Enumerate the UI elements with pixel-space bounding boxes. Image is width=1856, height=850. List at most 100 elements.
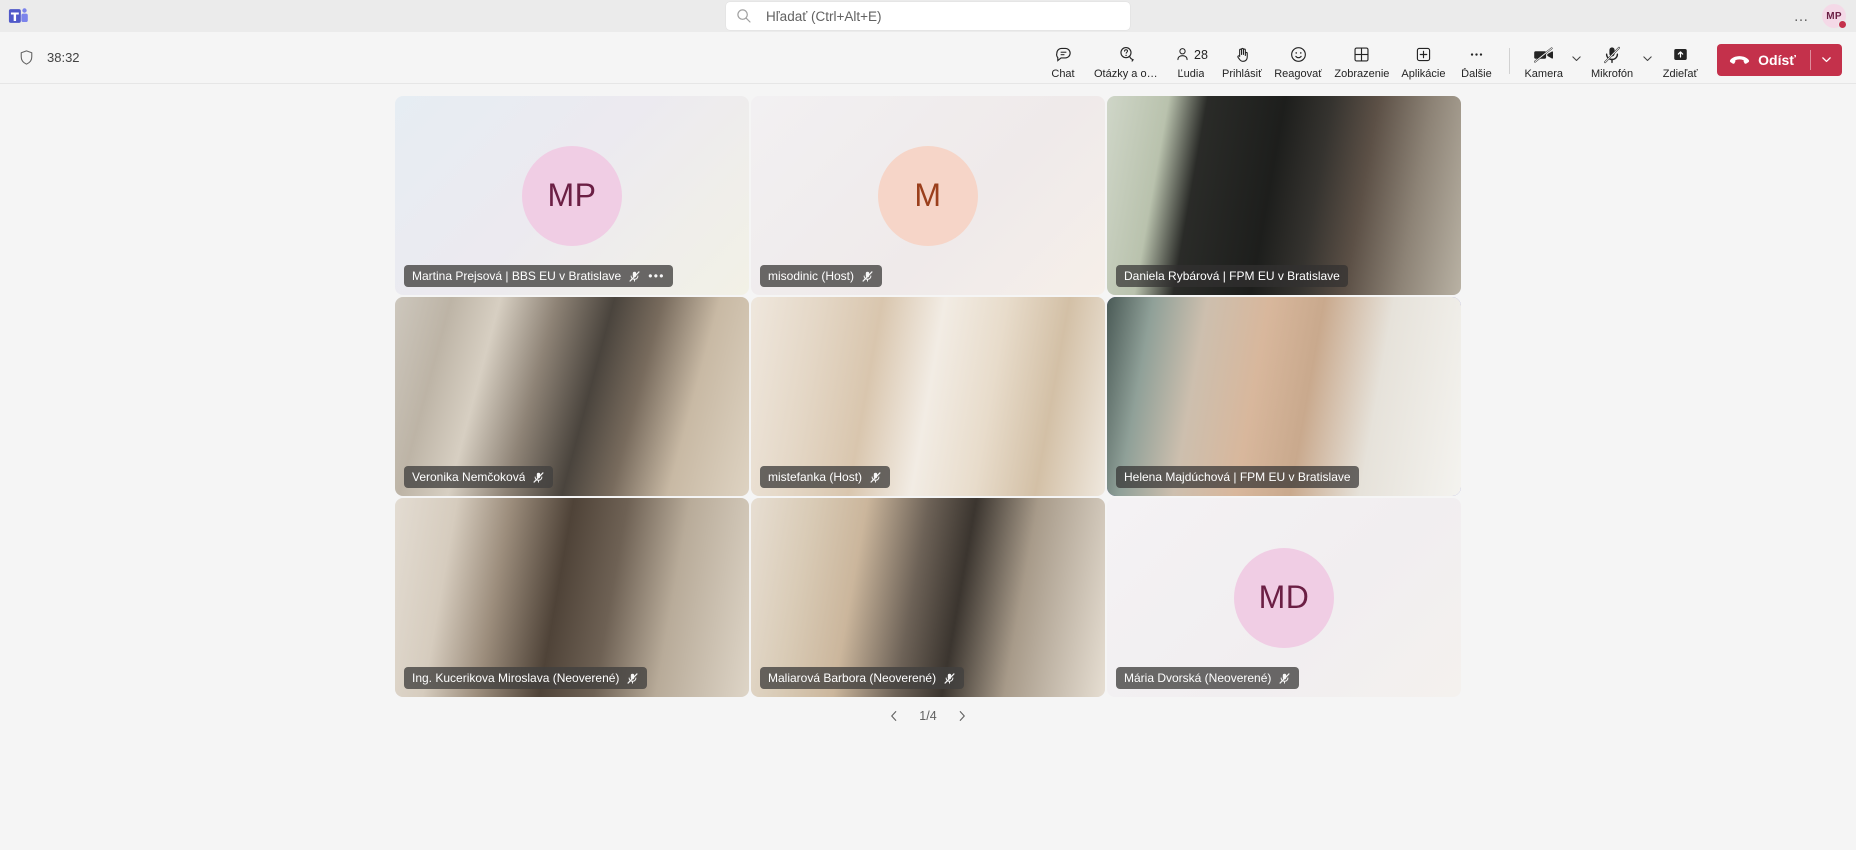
mic-off-icon: [629, 270, 640, 282]
people-button[interactable]: 28 Ľudia: [1166, 42, 1216, 84]
next-page-button[interactable]: [953, 707, 971, 725]
meeting-timer: 38:32: [47, 50, 80, 65]
teams-logo-icon: [8, 5, 30, 27]
apps-label: Aplikácie: [1401, 67, 1446, 80]
avatar[interactable]: MP: [1822, 4, 1847, 29]
mic-off-icon: [944, 672, 955, 684]
search-bar[interactable]: [726, 2, 1130, 30]
participant-name: misodinic (Host): [768, 269, 855, 283]
participant-name-badge: Veronika Nemčoková: [404, 466, 554, 488]
participant-name-badge: mistefanka (Host): [760, 466, 891, 488]
pagination: 1/4: [885, 707, 970, 725]
mic-off-icon: [1279, 672, 1290, 684]
participant-name-badge: Mária Dvorská (Neoverené): [1116, 667, 1300, 689]
question-answer-icon: [1118, 45, 1137, 65]
more-horizontal-icon: [1467, 45, 1486, 65]
more-label: Ďalšie: [1461, 67, 1492, 80]
meeting-stage: MP Martina Prejsová | BBS EU v Bratislave…: [0, 84, 1856, 850]
qanda-button[interactable]: Otázky a od...: [1088, 42, 1166, 84]
raise-hand-button[interactable]: Prihlásiť: [1216, 42, 1268, 84]
view-button[interactable]: Zobrazenie: [1328, 42, 1395, 84]
camera-off-icon: [1533, 45, 1555, 65]
hangup-icon: [1730, 55, 1750, 64]
people-label: Ľudia: [1177, 67, 1205, 80]
raise-hand-label: Prihlásiť: [1222, 67, 1263, 80]
microphone-button[interactable]: Mikrofón: [1585, 42, 1639, 84]
participant-name: Veronika Nemčoková: [412, 470, 526, 484]
participant-name: Ing. Kucerikova Miroslava (Neoverené): [412, 671, 620, 685]
search-input[interactable]: [766, 8, 1120, 24]
qanda-label: Otázky a od...: [1094, 67, 1160, 80]
participant-tile[interactable]: MP Martina Prejsová | BBS EU v Bratislave…: [395, 96, 749, 295]
participant-name: mistefanka (Host): [768, 470, 863, 484]
participant-tile[interactable]: Mmisodinic (Host): [751, 96, 1105, 295]
microphone-options-chevron-down-icon[interactable]: [1639, 40, 1655, 84]
participant-tile[interactable]: mistefanka (Host): [751, 297, 1105, 496]
participant-grid: MP Martina Prejsová | BBS EU v Bratislave…: [395, 96, 1461, 697]
meeting-controls: Chat Otázky a od... 28 Ľudia Prihlásiť R…: [1038, 32, 1842, 84]
grid-view-icon: [1352, 45, 1371, 65]
participant-name: Daniela Rybárová | FPM EU v Bratislave: [1124, 269, 1340, 283]
page-indicator: 1/4: [919, 709, 937, 723]
react-button[interactable]: Reagovať: [1268, 42, 1328, 84]
camera-options-chevron-down-icon[interactable]: [1569, 40, 1585, 84]
participant-tile[interactable]: Veronika Nemčoková: [395, 297, 749, 496]
participant-tile[interactable]: Maliarová Barbora (Neoverené): [751, 498, 1105, 697]
participant-tile[interactable]: Ing. Kucerikova Miroslava (Neoverené): [395, 498, 749, 697]
participant-name-badge: Maliarová Barbora (Neoverené): [760, 667, 965, 689]
camera-button[interactable]: Kamera: [1518, 42, 1569, 84]
participant-name-badge: Daniela Rybárová | FPM EU v Bratislave: [1116, 265, 1348, 287]
share-label: Zdieľať: [1662, 67, 1698, 80]
titlebar-right-group: … MP: [1794, 0, 1847, 32]
people-icon: 28: [1174, 45, 1208, 65]
participant-avatar: M: [878, 145, 978, 246]
microphone-label: Mikrofón: [1590, 67, 1634, 80]
participant-tile[interactable]: MD Mária Dvorská (Neoverené): [1107, 498, 1461, 697]
mic-off-icon: [1602, 45, 1622, 65]
chat-label: Chat: [1051, 67, 1075, 80]
participant-name-badge: Helena Majdúchová | FPM EU v Bratislave: [1116, 466, 1359, 488]
people-count: 28: [1194, 47, 1208, 62]
participant-tile[interactable]: Daniela Rybárová | FPM EU v Bratislave: [1107, 96, 1461, 295]
share-screen-icon: [1671, 45, 1690, 65]
more-button[interactable]: Ďalšie: [1451, 42, 1501, 84]
participant-more-button[interactable]: •••: [648, 269, 665, 283]
meeting-toolbar-left: 38:32: [18, 49, 80, 66]
settings-more-button[interactable]: …: [1794, 8, 1811, 25]
leave-main-action[interactable]: Odísť: [1717, 44, 1810, 76]
previous-page-button[interactable]: [885, 707, 903, 725]
mic-off-icon: [533, 471, 544, 483]
mic-off-icon: [862, 270, 873, 282]
shield-icon: [20, 50, 33, 65]
chat-button[interactable]: Chat: [1038, 42, 1088, 84]
participant-avatar: MD: [1234, 547, 1334, 648]
participant-name: Maliarová Barbora (Neoverené): [768, 671, 937, 685]
presence-badge-icon: [1838, 20, 1847, 29]
view-label: Zobrazenie: [1334, 67, 1390, 80]
leave-button[interactable]: Odísť: [1717, 43, 1842, 76]
participant-avatar: MP: [522, 145, 622, 246]
mic-off-icon: [627, 672, 638, 684]
participant-name: Mária Dvorská (Neoverené): [1124, 671, 1272, 685]
leave-label: Odísť: [1758, 51, 1796, 68]
raise-hand-icon: [1233, 45, 1252, 65]
share-button[interactable]: Zdieľať: [1655, 42, 1705, 84]
toolbar-divider: [1509, 47, 1511, 74]
react-label: Reagovať: [1274, 67, 1323, 80]
meeting-toolbar: 38:32 Chat Otázky a od... 28 Ľudia Prihl…: [0, 32, 1856, 84]
leave-options-chevron-down-icon[interactable]: [1811, 44, 1842, 76]
participant-name: Martina Prejsová | BBS EU v Bratislave: [412, 269, 622, 283]
mic-off-icon: [870, 471, 881, 483]
search-icon: [737, 9, 751, 23]
participant-tile[interactable]: Helena Majdúchová | FPM EU v Bratislave: [1107, 297, 1461, 496]
emoji-icon: [1289, 45, 1308, 65]
chat-icon: [1054, 45, 1073, 65]
participant-name-badge: misodinic (Host): [760, 265, 883, 287]
participant-name: Helena Majdúchová | FPM EU v Bratislave: [1124, 470, 1351, 484]
apps-button[interactable]: Aplikácie: [1395, 42, 1451, 84]
camera-label: Kamera: [1524, 67, 1563, 80]
title-bar: … MP: [0, 0, 1856, 32]
apps-plus-icon: [1414, 45, 1433, 65]
participant-name-badge: Martina Prejsová | BBS EU v Bratislave ••…: [404, 265, 673, 287]
participant-name-badge: Ing. Kucerikova Miroslava (Neoverené): [404, 667, 648, 689]
